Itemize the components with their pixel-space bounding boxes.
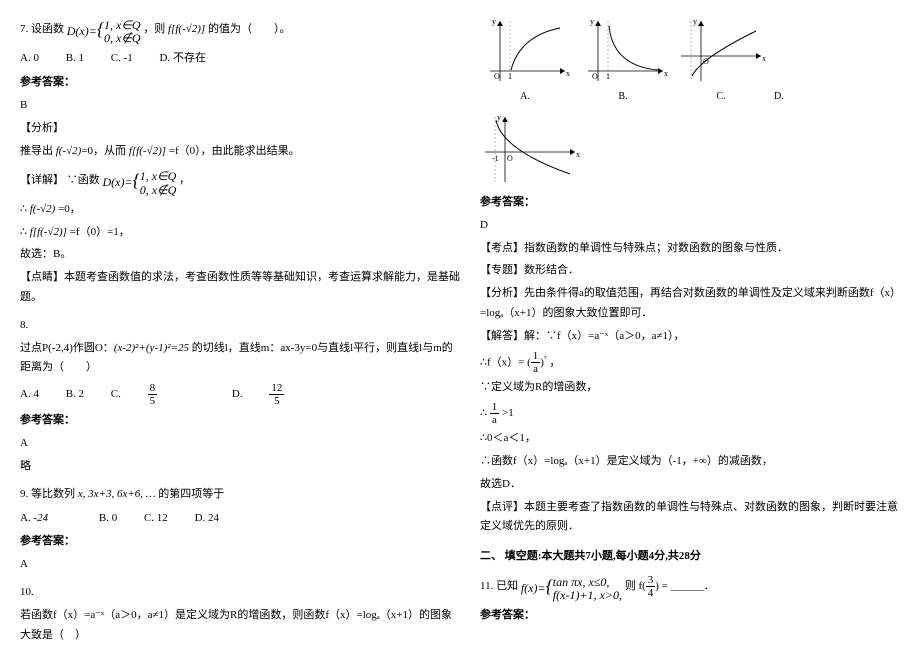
q7-ans-label: 参考答案： xyxy=(20,73,460,93)
q7-opt-d: D. 不存在 xyxy=(160,52,206,64)
q7-comment: 【点睛】本题考查函数值的求法，考查函数性质等等基础知识，考查运算求解能力，是基础… xyxy=(20,268,460,308)
svg-text:y: y xyxy=(590,17,594,26)
question-9: 9. 等比数列 x, 3x+3, 6x+6, … 的第四项等于 A. -24 B… xyxy=(20,485,460,575)
svg-text:y: y xyxy=(497,113,501,122)
q9-options: A. -24 B. 0 C. 12 D. 24 xyxy=(20,509,460,529)
q7-step1: ∴ f(-√2) =0， xyxy=(20,200,460,220)
q10-kaodian: 【考点】指数函数的单调性与特殊点；对数函数的图象与性质． xyxy=(480,239,900,259)
q7-piecewise: D(x)={1, x∈Q0, x∉Q xyxy=(67,13,141,45)
q10-ans: D xyxy=(480,216,900,236)
q7-prefix: 设函数 xyxy=(31,23,64,35)
q7-opt-c: C. -1 xyxy=(111,52,133,64)
svg-text:-1: -1 xyxy=(492,154,499,163)
q10-jieda3: ∵定义域为R的增函数， xyxy=(480,378,900,398)
q8-opt-b: B. 2 xyxy=(66,388,84,400)
q10-text: 若函数f（x）=a⁻ˣ（a＞0，a≠1）是定义域为R的增函数，则函数f（x）=l… xyxy=(20,606,460,646)
question-10-head: 10. 若函数f（x）=a⁻ˣ（a＞0，a≠1）是定义域为R的增函数，则函数f（… xyxy=(20,583,460,645)
graph-b-svg: x y O 1 xyxy=(578,16,668,86)
q8-opt-a: A. 4 xyxy=(20,388,39,400)
graph-d-svg: x y O -1 xyxy=(480,112,580,187)
q7-step2-formula: f[f(-√2)] xyxy=(30,226,67,238)
question-8: 8. 过点P(-2,4)作圆O：(x-2)²+(y-1)²=25 的切线l，直线… xyxy=(20,316,460,477)
q7-analysis-label: 【分析】 xyxy=(20,119,460,139)
svg-text:1: 1 xyxy=(606,72,610,81)
q10-jieda5: ∴0＜a＜1， xyxy=(480,429,900,449)
q9-opt-d: D. 24 xyxy=(195,512,219,524)
q9-opt-a: A. -24 xyxy=(20,512,72,524)
q10-ans-label: 参考答案： xyxy=(480,193,900,213)
q11-line: 11. 已知 f(x)={tan πx, x≤0,f(x-1)+1, x>0, … xyxy=(480,570,900,602)
svg-text:x: x xyxy=(664,69,668,78)
q7-choice: 故选：B。 xyxy=(20,245,460,265)
svg-text:1: 1 xyxy=(508,72,512,81)
q10-graph-b: x y O 1 B. xyxy=(578,16,668,106)
section-2-title: 二、 填空题:本大题共7小题,每小题4分,共28分 xyxy=(480,547,900,567)
q7-step2: ∴ f[f(-√2)] =f（0）=1， xyxy=(20,223,460,243)
q10-zhuanti: 【专题】数形结合． xyxy=(480,261,900,281)
q11-piecewise: f(x)={tan πx, x≤0,f(x-1)+1, x>0, xyxy=(521,570,622,602)
q10-opt-a-label: A. xyxy=(520,88,530,106)
svg-text:y: y xyxy=(693,17,697,26)
q10-opt-d-label: D. xyxy=(774,88,784,106)
q8-options: A. 4 B. 2 C. 85 D. 125 xyxy=(20,382,460,407)
q10-num: 10. xyxy=(20,583,460,603)
q10-opt-c-label: C. xyxy=(716,88,725,106)
q7-num: 7. xyxy=(20,23,28,35)
svg-text:O: O xyxy=(507,154,513,163)
svg-text:O: O xyxy=(592,72,598,81)
q7-detail-formula: D(x)={1, x∈Q0, x∉Q xyxy=(103,164,177,196)
q9-opt-c: C. 12 xyxy=(144,512,168,524)
q8-num: 8. xyxy=(20,316,460,336)
q9-ans-label: 参考答案： xyxy=(20,532,460,552)
q8-omit: 略 xyxy=(20,457,460,477)
q10-jieda6: ∴函数f（x）=logₐ（x+1）是定义域为（-1，+∞）的减函数， xyxy=(480,452,900,472)
q10-jieda7: 故选D． xyxy=(480,475,900,495)
svg-text:x: x xyxy=(566,69,570,78)
q10-opt-b-label: B. xyxy=(618,88,627,106)
q10-graph-d: x y O -1 xyxy=(480,112,580,187)
svg-text:O: O xyxy=(494,72,500,81)
q7-detail: 【详解】 ∵函数 D(x)={1, x∈Q0, x∉Q ， xyxy=(20,164,460,196)
svg-text:x: x xyxy=(762,54,766,63)
q7-opt-a: A. 0 xyxy=(20,52,39,64)
q7-opt-b: B. 1 xyxy=(66,52,84,64)
q7-tail: ，则 f[f(-√2)] 的值为（ ）。 xyxy=(143,23,290,35)
q8-ans-label: 参考答案： xyxy=(20,411,460,431)
q10-jieda4: ∴ 1a >1 xyxy=(480,401,900,426)
q10-dianping: 【点评】本题主要考查了指数函数的单调性与特殊点、对数函数的图象，判断时要注意定义… xyxy=(480,498,900,538)
q10-graphs-row2: x y O -1 xyxy=(480,112,900,187)
svg-text:y: y xyxy=(492,17,496,26)
q8-opt-c: C. 85 xyxy=(111,388,205,400)
q7-ans: B xyxy=(20,96,460,116)
svg-text:x: x xyxy=(576,150,580,159)
question-7: 7. 设函数 D(x)={1, x∈Q0, x∉Q ，则 f[f(-√2)] 的… xyxy=(20,13,460,308)
q9-opt-b: B. 0 xyxy=(99,512,117,524)
question-11: 11. 已知 f(x)={tan πx, x≤0,f(x-1)+1, x>0, … xyxy=(480,570,900,625)
q10-graph-d-label-only: D. xyxy=(774,16,784,106)
q7-options: A. 0 B. 1 C. -1 D. 不存在 xyxy=(20,49,460,69)
q11-ans-label: 参考答案： xyxy=(480,606,900,626)
q10-graphs-row1: x y O 1 A. x y O xyxy=(480,16,900,106)
q8-text: 过点P(-2,4)作圆O：(x-2)²+(y-1)²=25 的切线l，直线m：a… xyxy=(20,339,460,379)
q9-line: 9. 等比数列 x, 3x+3, 6x+6, … 的第四项等于 xyxy=(20,485,460,505)
graph-c-svg: x y O xyxy=(676,16,766,86)
q10-graph-a: x y O 1 A. xyxy=(480,16,570,106)
graph-a-svg: x y O 1 xyxy=(480,16,570,86)
q10-jieda1: 【解答】解：∵f（x）=a⁻ˣ（a＞0，a≠1）， xyxy=(480,327,900,347)
q10-graph-c: x y O C. xyxy=(676,16,766,106)
q8-ans: A xyxy=(20,434,460,454)
q9-ans: A xyxy=(20,555,460,575)
q8-opt-d: D. 125 xyxy=(232,388,332,400)
q10-jieda2: ∴f（x）= (1a)ˣ ， xyxy=(480,350,900,376)
q7-analysis: 推导出 f(-√2)=0，从而 f[f(-√2)] =f（0），由此能求出结果。 xyxy=(20,142,460,162)
q10-fenxi: 【分析】先由条件得a的取值范围，再结合对数函数的单调性及定义域来判断函数f（x）… xyxy=(480,284,900,324)
